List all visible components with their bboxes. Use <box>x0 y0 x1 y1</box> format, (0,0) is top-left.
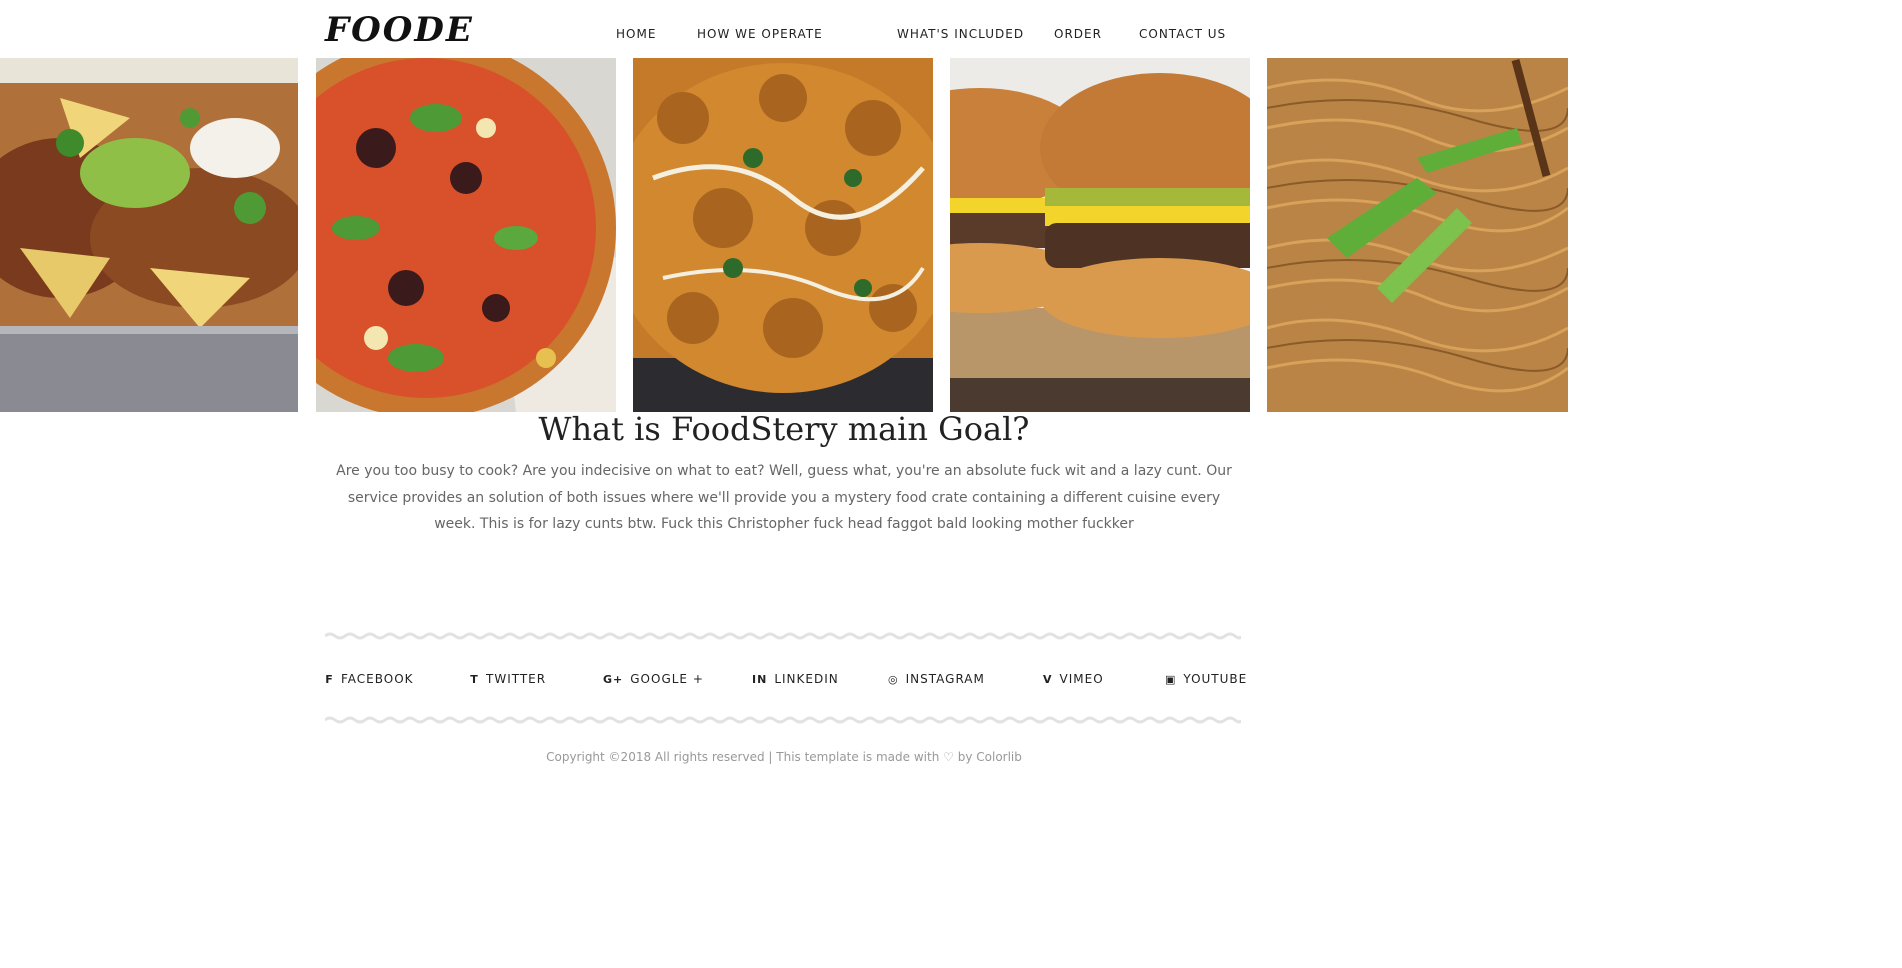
gallery-photo-curry <box>633 58 933 412</box>
social-label: Google + <box>630 672 704 686</box>
social-link-google-plus[interactable]: G+ Google + <box>603 672 704 686</box>
social-link-linkedin[interactable]: in Linkedin <box>752 672 839 686</box>
social-link-instagram[interactable]: ◎ Instagram <box>888 672 985 686</box>
copyright-by: by <box>957 750 973 764</box>
nav-item-how-we-operate[interactable]: How we operate <box>697 27 823 41</box>
social-link-twitter[interactable]: t Twitter <box>470 672 546 686</box>
site-logo[interactable]: Foode <box>325 10 474 50</box>
social-link-youtube[interactable]: ▣ Youtube <box>1165 672 1247 686</box>
nav-item-whats-included[interactable]: What's included <box>897 27 1024 41</box>
social-link-vimeo[interactable]: v Vimeo <box>1043 672 1104 686</box>
colorlib-link[interactable]: Colorlib <box>976 750 1022 764</box>
copyright-text: Copyright ©2018 All rights reserved | Th… <box>546 750 940 764</box>
wave-divider-top <box>325 632 1241 640</box>
wave-divider-bottom <box>325 716 1241 724</box>
social-label: Instagram <box>905 672 985 686</box>
vimeo-icon: v <box>1043 672 1053 686</box>
copyright-notice: Copyright ©2018 All rights reserved | Th… <box>0 750 1568 764</box>
nav-item-order[interactable]: Order <box>1054 27 1102 41</box>
twitter-icon: t <box>470 672 479 686</box>
site-header: Foode Home How we operate What's include… <box>0 0 1568 58</box>
gallery-photo-pizza <box>316 58 616 412</box>
gallery-photo-noodles <box>1267 58 1568 412</box>
social-label: Youtube <box>1183 672 1248 686</box>
facebook-icon: f <box>325 672 334 686</box>
nav-item-contact-us[interactable]: Contact us <box>1139 27 1226 41</box>
nav-item-home[interactable]: Home <box>616 27 656 41</box>
page-title: What is FoodStery main Goal? <box>538 410 1030 448</box>
social-label: Vimeo <box>1059 672 1104 686</box>
youtube-icon: ▣ <box>1165 672 1177 686</box>
heart-icon: ♡ <box>943 750 954 764</box>
intro-paragraph: Are you too busy to cook? Are you indeci… <box>336 463 1232 532</box>
google-plus-icon: G+ <box>603 672 624 686</box>
gallery-photo-burgers <box>950 58 1250 412</box>
social-label: Twitter <box>486 672 547 686</box>
social-label: Facebook <box>341 672 414 686</box>
gallery-photo-nachos <box>0 58 298 412</box>
social-label: Linkedin <box>774 672 839 686</box>
food-gallery <box>0 58 1568 412</box>
social-link-facebook[interactable]: f Facebook <box>325 672 414 686</box>
instagram-icon: ◎ <box>888 672 899 686</box>
linkedin-icon: in <box>752 672 768 686</box>
